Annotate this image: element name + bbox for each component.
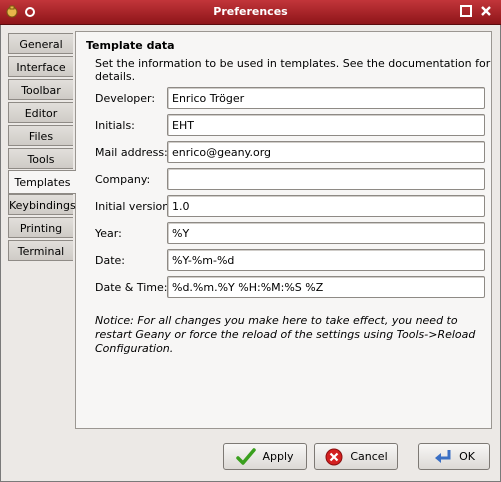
title-bar[interactable]: Preferences <box>0 0 501 25</box>
tab-printing[interactable]: Printing <box>8 217 73 238</box>
year-label: Year: <box>95 227 122 240</box>
tab-editor[interactable]: Editor <box>8 102 73 123</box>
version-field[interactable] <box>167 195 485 217</box>
cancel-label: Cancel <box>350 450 388 463</box>
initials-field[interactable] <box>167 114 485 136</box>
version-label: Initial version: <box>95 200 173 213</box>
datetime-field[interactable] <box>167 276 485 298</box>
section-title: Template data <box>86 39 175 52</box>
ok-button[interactable]: OK <box>418 443 490 470</box>
tab-tools[interactable]: Tools <box>8 148 73 169</box>
tab-files[interactable]: Files <box>8 125 73 146</box>
apply-label: Apply <box>262 450 294 463</box>
return-arrow-icon <box>435 449 451 463</box>
apply-button[interactable]: Apply <box>223 443 307 470</box>
tab-templates[interactable]: Templates <box>8 170 76 194</box>
company-field[interactable] <box>167 168 485 190</box>
mail-label: Mail address: <box>95 146 168 159</box>
tab-keybindings[interactable]: Keybindings <box>8 194 76 215</box>
developer-label: Developer: <box>95 92 156 105</box>
mail-field[interactable] <box>167 141 485 163</box>
initials-label: Initials: <box>95 119 135 132</box>
window-title: Preferences <box>213 5 288 18</box>
cancel-icon <box>325 448 343 465</box>
tab-general[interactable]: General <box>8 33 73 54</box>
checkmark-icon <box>236 447 257 465</box>
maximize-icon[interactable] <box>459 4 473 18</box>
tab-terminal[interactable]: Terminal <box>8 240 73 261</box>
cancel-button[interactable]: Cancel <box>314 443 398 470</box>
restart-notice: Notice: For all changes you make here to… <box>95 314 476 355</box>
ok-label: OK <box>459 450 475 463</box>
close-icon[interactable] <box>479 4 493 18</box>
company-label: Company: <box>95 173 151 186</box>
year-field[interactable] <box>167 222 485 244</box>
developer-field[interactable] <box>167 87 485 109</box>
date-label: Date: <box>95 254 125 267</box>
date-field[interactable] <box>167 249 485 271</box>
tab-interface[interactable]: Interface <box>8 56 73 77</box>
datetime-label: Date & Time: <box>95 281 168 294</box>
section-description: Set the information to be used in templa… <box>95 57 491 83</box>
tab-toolbar[interactable]: Toolbar <box>8 79 73 100</box>
